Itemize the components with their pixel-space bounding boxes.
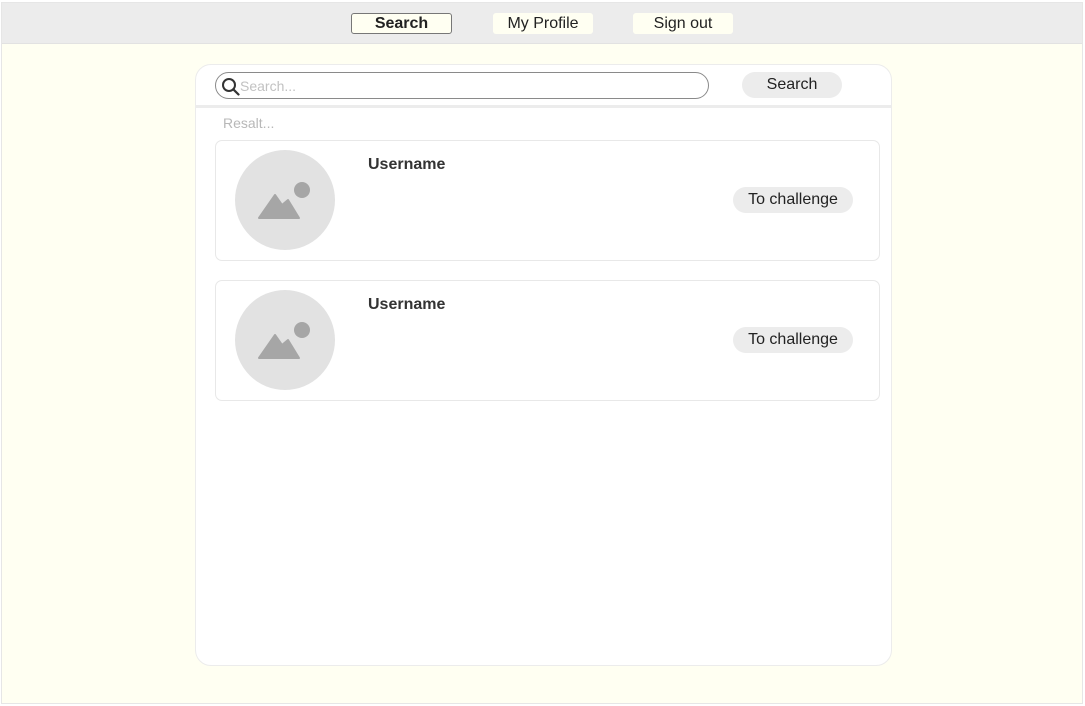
nav-sign-out-button[interactable]: Sign out: [633, 13, 733, 34]
app-frame: Search My Profile Sign out Search Resalt…: [1, 2, 1083, 704]
search-button[interactable]: Search: [742, 72, 842, 98]
user-avatar: [235, 290, 335, 390]
nav-my-profile-button[interactable]: My Profile: [493, 13, 593, 34]
challenge-button[interactable]: To challenge: [733, 187, 853, 213]
username-label: Username: [368, 156, 446, 173]
search-panel: Search Resalt... Username To challenge U…: [195, 64, 892, 666]
search-icon: [222, 78, 240, 96]
username-label: Username: [368, 296, 446, 313]
search-divider: [196, 105, 891, 108]
image-placeholder-icon: [258, 322, 310, 359]
image-placeholder-icon: [258, 182, 310, 219]
user-result-card: Username To challenge: [215, 140, 880, 261]
user-avatar: [235, 150, 335, 250]
nav-search-button[interactable]: Search: [351, 13, 452, 34]
search-input[interactable]: [240, 75, 700, 96]
challenge-button[interactable]: To challenge: [733, 327, 853, 353]
results-label: Resalt...: [223, 115, 275, 131]
top-navigation-bar: Search My Profile Sign out: [2, 3, 1082, 44]
search-box[interactable]: [215, 72, 709, 99]
user-result-card: Username To challenge: [215, 280, 880, 401]
